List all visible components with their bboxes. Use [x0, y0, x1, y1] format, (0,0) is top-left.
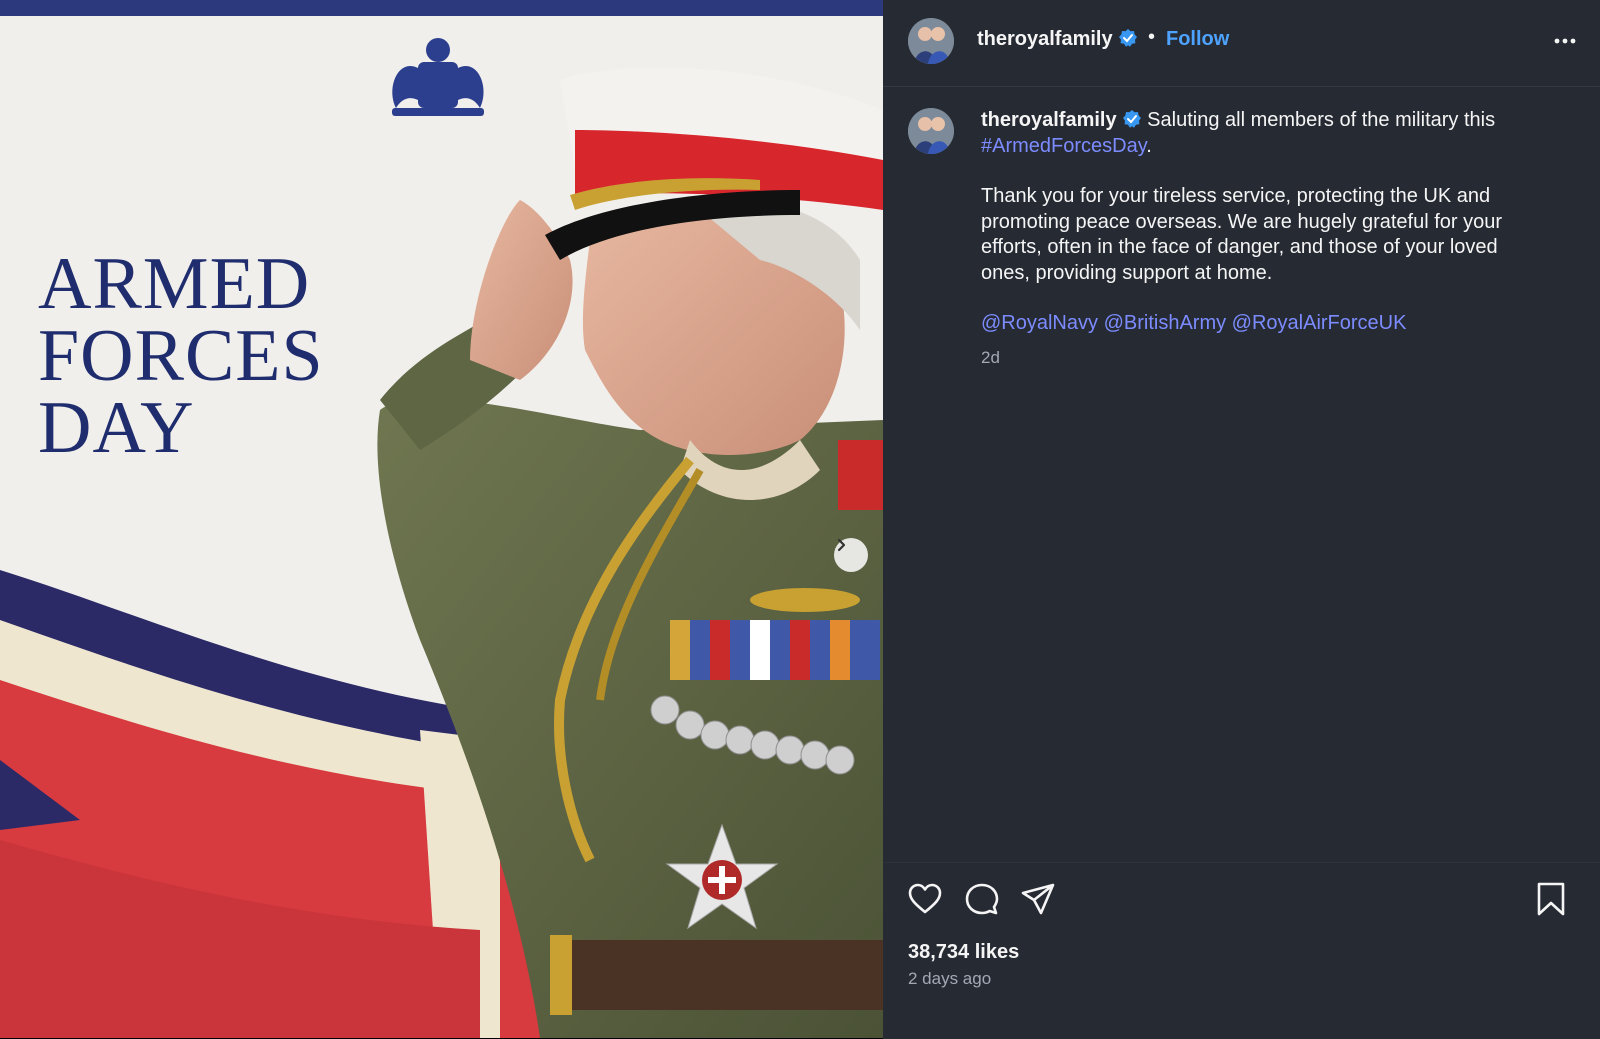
- caption-username[interactable]: theroyalfamily: [981, 109, 1117, 131]
- bookmark-icon: [1537, 882, 1565, 916]
- comment-button[interactable]: [964, 881, 1000, 922]
- posted-time[interactable]: 2 days ago: [908, 969, 991, 989]
- mention-royalairforceuk[interactable]: @RoyalAirForceUK: [1232, 312, 1407, 334]
- title-line-3: DAY: [38, 387, 195, 469]
- share-button[interactable]: [1020, 881, 1056, 922]
- verified-badge-icon: [1118, 29, 1137, 47]
- caption-first-line: theroyalfamily Saluting all members of t…: [981, 108, 1541, 159]
- username-text[interactable]: theroyalfamily: [977, 28, 1113, 50]
- verified-badge-icon: [1122, 110, 1141, 128]
- separator-dot: •: [1148, 26, 1156, 48]
- caption-period: .: [1146, 134, 1152, 157]
- heart-icon: [908, 883, 942, 914]
- mention-royalnavy[interactable]: @RoyalNavy: [981, 312, 1098, 334]
- avatar-photo: [908, 18, 954, 64]
- title-line-2: FORCES: [38, 315, 324, 397]
- caption-paragraph: Thank you for your tireless service, pro…: [981, 185, 1503, 284]
- post-artwork: [0, 0, 883, 1038]
- post-header: theroyalfamily • Follow: [883, 0, 1600, 87]
- caption-age[interactable]: 2d: [981, 345, 1541, 371]
- more-options-button[interactable]: [1552, 28, 1578, 59]
- caption-mentions: @RoyalNavy @BritishArmy @RoyalAirForceUK: [981, 311, 1541, 337]
- post-actions-bar: 38,734 likes 2 days ago: [883, 862, 1600, 1039]
- follow-button[interactable]: Follow: [1166, 28, 1229, 51]
- caption-avatar[interactable]: [908, 108, 954, 154]
- avatar-photo: [908, 108, 954, 154]
- post-side-panel: theroyalfamily • Follow theroyalfamily S…: [883, 0, 1600, 1039]
- title-line-1: ARMED: [38, 243, 311, 325]
- comment-icon: [965, 883, 999, 915]
- header-username[interactable]: theroyalfamily: [977, 28, 1138, 51]
- likes-count[interactable]: 38,734 likes: [908, 941, 1019, 964]
- avatar[interactable]: [908, 18, 954, 64]
- more-options-icon: [1554, 38, 1576, 44]
- caption-line-1: Saluting all members of the military thi…: [1147, 109, 1496, 131]
- mention-britisharmy[interactable]: @BritishArmy: [1104, 312, 1227, 334]
- save-button[interactable]: [1535, 881, 1567, 922]
- next-image-button[interactable]: [834, 538, 868, 572]
- share-icon: [1021, 883, 1055, 915]
- armed-forces-day-title: ARMED FORCES DAY: [38, 243, 324, 469]
- post-image[interactable]: ARMED FORCES DAY: [0, 0, 883, 1038]
- post-caption: theroyalfamily Saluting all members of t…: [981, 108, 1541, 370]
- hashtag-link[interactable]: #ArmedForcesDay: [981, 135, 1146, 157]
- like-button[interactable]: [907, 881, 943, 922]
- chevron-right-icon: [837, 538, 846, 552]
